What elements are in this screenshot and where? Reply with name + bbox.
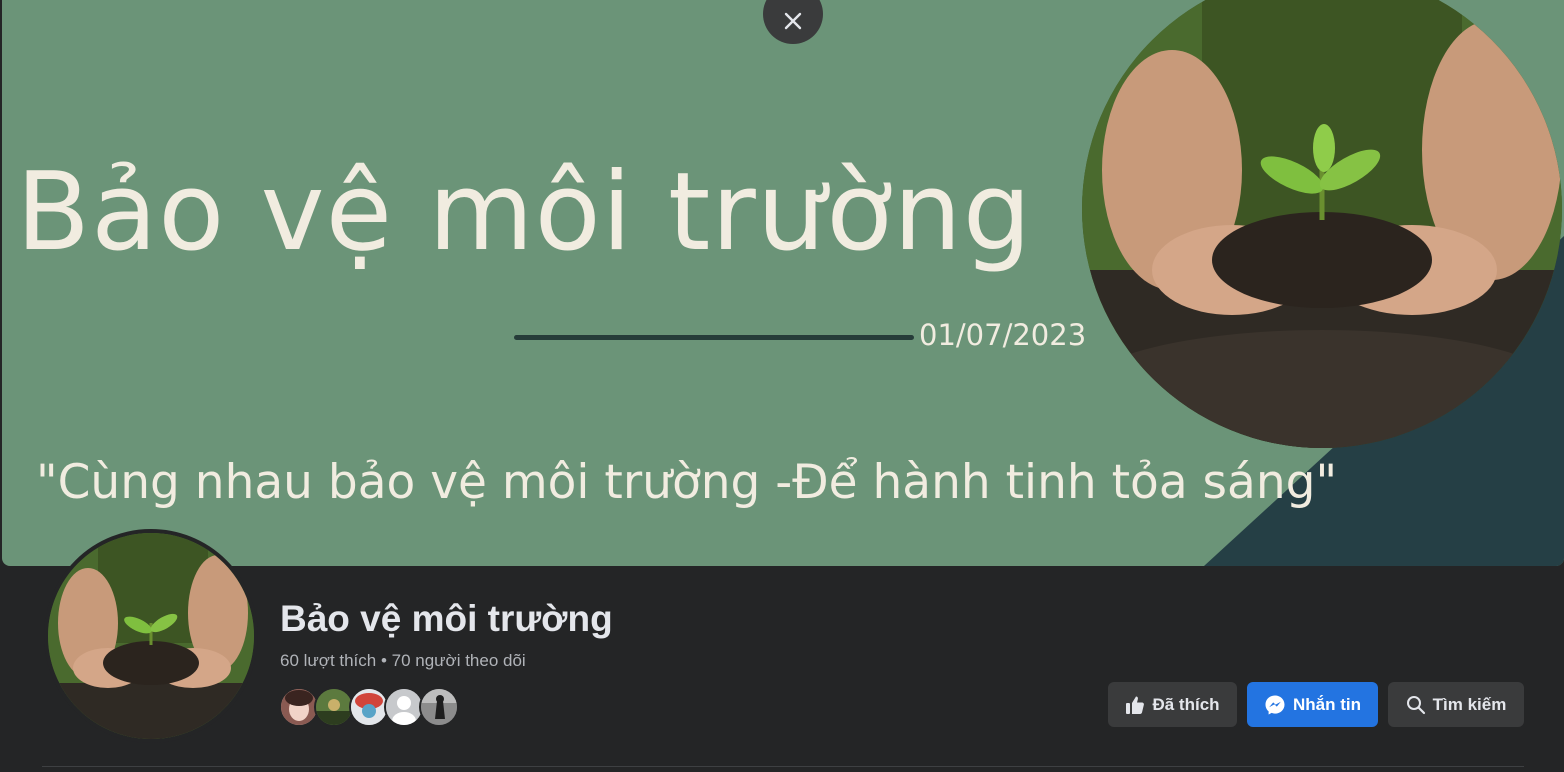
search-icon [1406,695,1425,714]
cover-date: 01/07/2023 [919,318,1087,352]
cover-title: Bảo vệ môi trường [16,150,1033,275]
cover-brush-line [514,335,914,340]
friend-avatar[interactable] [349,687,389,727]
cover-photo[interactable]: Bảo vệ môi trường 01/07/2023 "Cùng nhau … [2,0,1564,566]
friend-avatar-default[interactable] [384,687,424,727]
liked-button[interactable]: Đã thích [1108,682,1237,727]
message-button-label: Nhắn tin [1293,694,1361,714]
messenger-icon [1265,695,1285,714]
friend-avatar[interactable] [314,687,354,727]
friend-avatar[interactable] [419,687,459,727]
thumbs-up-icon [1126,696,1145,714]
close-icon [784,12,802,30]
header-divider [42,766,1524,767]
search-button[interactable]: Tìm kiếm [1388,682,1524,727]
friend-avatar[interactable] [279,687,319,727]
profile-picture[interactable] [44,529,258,743]
facebook-page-header: Bảo vệ môi trường 01/07/2023 "Cùng nhau … [0,0,1564,772]
friends-who-like-avatars[interactable] [279,687,459,727]
page-title: Bảo vệ môi trường [280,598,613,639]
search-button-label: Tìm kiếm [1432,694,1507,714]
cover-quote: "Cùng nhau bảo vệ môi trường -Để hành ti… [36,455,1338,510]
message-button[interactable]: Nhắn tin [1247,682,1378,727]
liked-button-label: Đã thích [1152,694,1220,714]
page-stats[interactable]: 60 lượt thích • 70 người theo dõi [280,651,526,671]
